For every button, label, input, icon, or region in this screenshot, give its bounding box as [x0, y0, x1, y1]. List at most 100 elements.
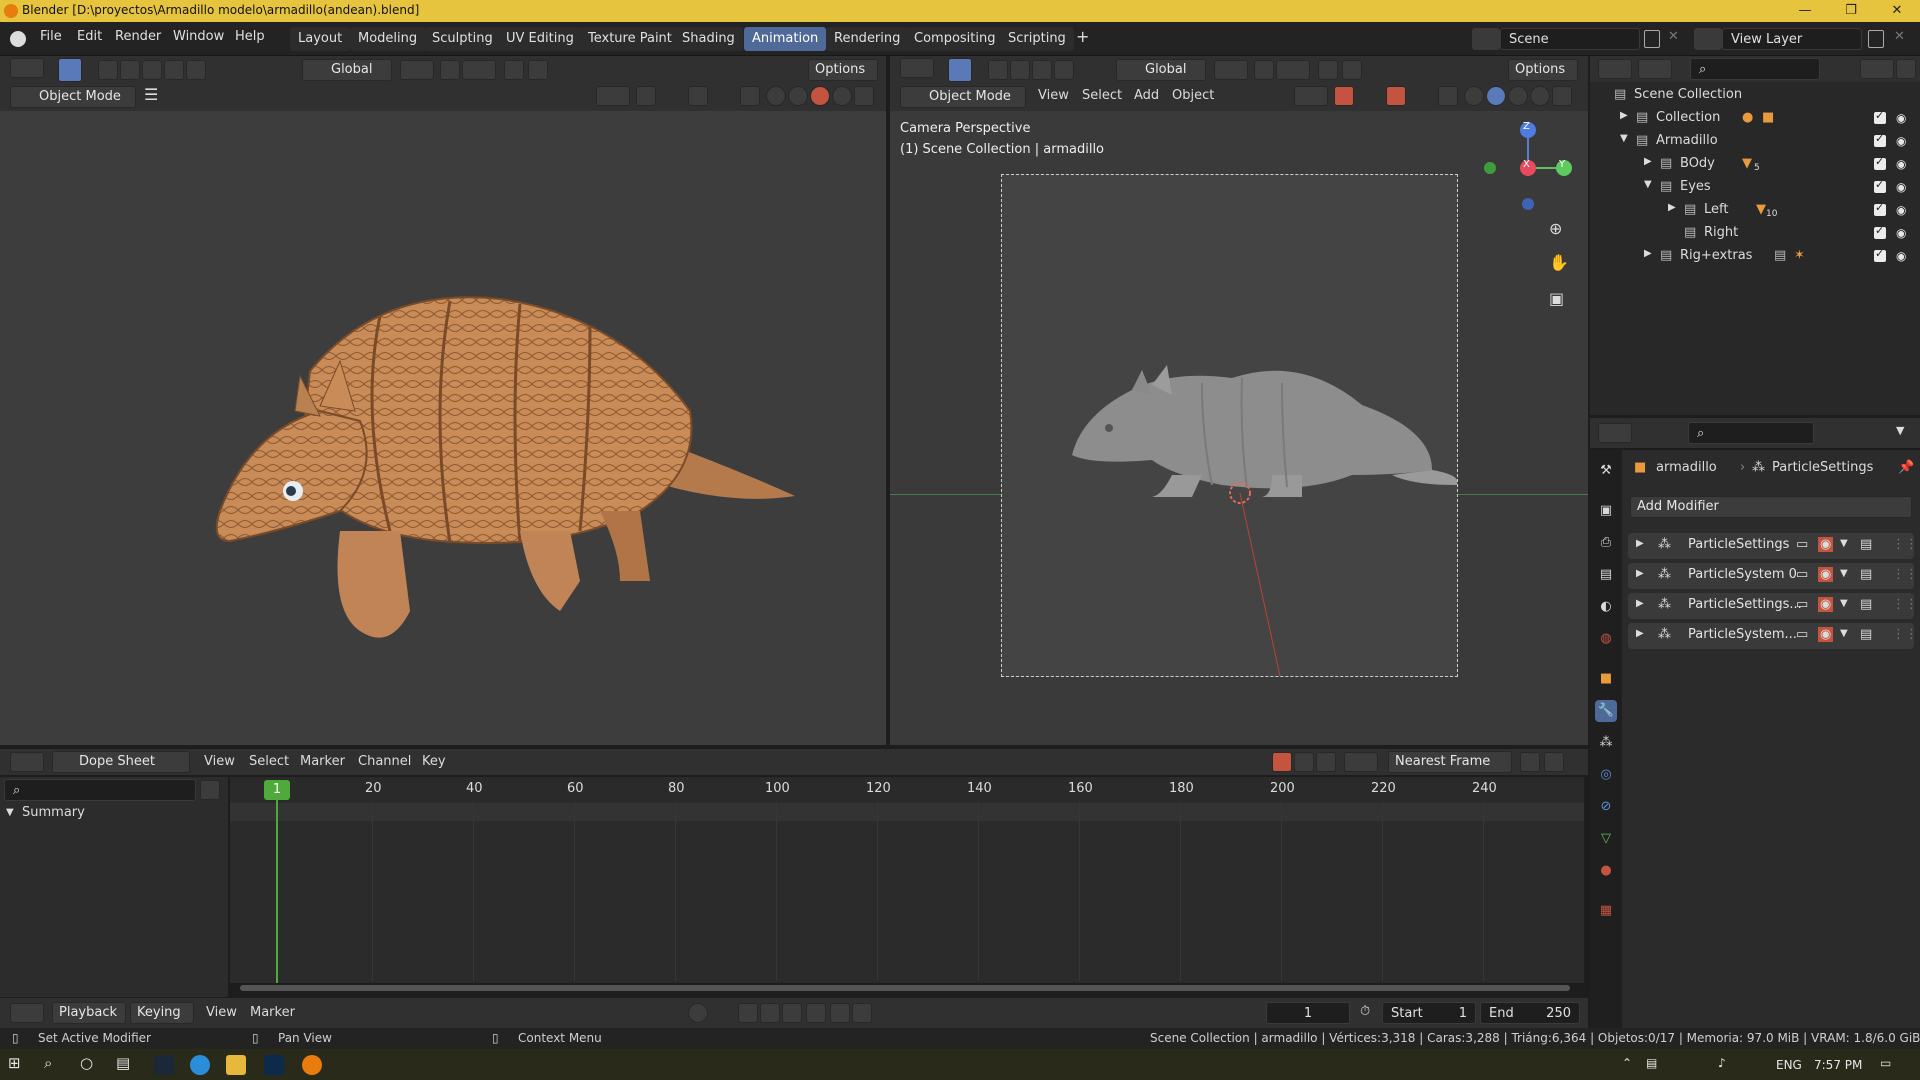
- drag-handle-icon[interactable]: ⋮⋮: [1892, 567, 1918, 582]
- snap-target-icon[interactable]: [1276, 60, 1310, 80]
- select-mode-invert-icon[interactable]: [1054, 60, 1074, 80]
- outliner-row-eyes[interactable]: ▼ ▤ Eyes ◉: [1590, 176, 1920, 199]
- modifier-row[interactable]: ▶ ⁂ ParticleSettings ▭ ◉ ▼ ▤ ⋮⋮: [1628, 533, 1918, 559]
- menu-select[interactable]: Select: [1082, 88, 1122, 103]
- pivot-point-icon[interactable]: [1214, 60, 1248, 80]
- swap-icon[interactable]: [200, 780, 220, 800]
- particles-tab-icon[interactable]: ⁂: [1595, 732, 1617, 754]
- exclude-checkbox[interactable]: [1874, 155, 1886, 170]
- solid-shading-icon[interactable]: [788, 86, 808, 106]
- proportional-edit-icon[interactable]: [504, 60, 524, 80]
- wireframe-shading-icon[interactable]: [766, 86, 786, 106]
- tab-modeling[interactable]: Modeling: [350, 27, 426, 51]
- chevron-down-icon[interactable]: ▼: [1840, 538, 1848, 549]
- steam-app-icon[interactable]: [154, 1055, 174, 1075]
- explorer-app-icon[interactable]: [226, 1055, 246, 1075]
- render-toggle-icon[interactable]: ◉: [1818, 537, 1834, 552]
- snap-mode-dropdown[interactable]: Nearest Frame: [1388, 751, 1512, 773]
- overlay-toggle-icon[interactable]: [688, 86, 708, 106]
- edge-app-icon[interactable]: [190, 1055, 210, 1075]
- right-options-dropdown[interactable]: Options: [1508, 59, 1578, 81]
- falloff-icon[interactable]: [528, 60, 548, 80]
- viewport-display-icon[interactable]: ▭: [1796, 537, 1808, 552]
- falloff-icon[interactable]: [1342, 60, 1362, 80]
- expand-arrow-icon[interactable]: ▶: [1644, 248, 1652, 259]
- eye-icon[interactable]: ◉: [1896, 111, 1912, 125]
- tray-chevron-icon[interactable]: ⌃: [1622, 1056, 1632, 1070]
- left-options-dropdown[interactable]: Options: [808, 59, 878, 81]
- wireframe-shading-icon[interactable]: [1464, 86, 1484, 106]
- tab-animation[interactable]: Animation: [744, 27, 827, 51]
- blender-app-icon[interactable]: [302, 1055, 322, 1075]
- scene-name-field[interactable]: Scene: [1500, 28, 1640, 50]
- chevron-down-icon[interactable]: ▼: [1896, 424, 1904, 437]
- falloff-icon[interactable]: [1544, 752, 1564, 772]
- tab-texture-paint[interactable]: Texture Paint: [580, 27, 680, 51]
- view-layer-tab-icon[interactable]: ▤: [1595, 564, 1617, 586]
- jump-start-icon[interactable]: [738, 1003, 758, 1023]
- menu-view[interactable]: View: [206, 1005, 237, 1020]
- menu-window[interactable]: Window: [173, 29, 224, 44]
- material-tab-icon[interactable]: ●: [1595, 860, 1617, 882]
- playback-dropdown[interactable]: Playback: [52, 1002, 126, 1024]
- select-mode-new-icon[interactable]: [98, 60, 118, 80]
- exclude-checkbox[interactable]: [1874, 224, 1886, 239]
- transform-orientation-dropdown[interactable]: Global: [302, 59, 392, 81]
- modifier-row[interactable]: ▶ ⁂ ParticleSystem 0 ▭ ◉ ▼ ▤ ⋮⋮: [1628, 563, 1918, 589]
- constraints-tab-icon[interactable]: ⊘: [1595, 796, 1617, 818]
- menu-select[interactable]: Select: [249, 754, 289, 769]
- rendered-shading-icon[interactable]: [832, 86, 852, 106]
- modifier-options-icon[interactable]: ▤: [1860, 537, 1872, 552]
- outliner-row-body[interactable]: ▶ ▤ BOdy ▼ 5 ◉: [1590, 153, 1920, 176]
- maximize-button[interactable]: ❐: [1828, 0, 1874, 22]
- exclude-checkbox[interactable]: [1874, 132, 1886, 147]
- menu-channel[interactable]: Channel: [358, 754, 411, 769]
- summary-label[interactable]: Summary: [22, 805, 85, 820]
- play-reverse-icon[interactable]: [782, 1003, 802, 1023]
- dopesheet-mode-dropdown[interactable]: Dope Sheet: [52, 751, 190, 773]
- zoom-icon[interactable]: ⊕: [1549, 219, 1562, 238]
- tray-network-icon[interactable]: ▤: [1646, 1056, 1657, 1070]
- modifier-options-icon[interactable]: ▤: [1860, 627, 1872, 642]
- view-layer-icon[interactable]: [1694, 28, 1722, 50]
- viewport-display-icon[interactable]: ▭: [1796, 627, 1808, 642]
- viewport-display-icon[interactable]: ▭: [1796, 567, 1808, 582]
- eye-icon[interactable]: ◉: [1896, 249, 1912, 263]
- transform-orientation-dropdown[interactable]: Global: [1116, 59, 1206, 81]
- horizontal-scrollbar[interactable]: [240, 985, 1570, 991]
- select-mode-invert-icon[interactable]: [164, 60, 184, 80]
- cortana-icon[interactable]: ○: [80, 1054, 93, 1072]
- modifier-options-icon[interactable]: ▤: [1860, 567, 1872, 582]
- editor-type-icon[interactable]: [10, 58, 44, 78]
- render-toggle-icon[interactable]: ◉: [1818, 567, 1834, 582]
- timeline-editor-type-icon[interactable]: [10, 1003, 44, 1023]
- search-icon[interactable]: ⌕: [44, 1054, 52, 1072]
- right-mode-dropdown[interactable]: Object Mode: [900, 86, 1026, 108]
- new-collection-icon[interactable]: [1896, 59, 1916, 79]
- pin-icon[interactable]: 📌: [1898, 460, 1914, 475]
- new-scene-icon[interactable]: [1644, 30, 1660, 48]
- only-errors-icon[interactable]: [1316, 752, 1336, 772]
- tab-sculpting[interactable]: Sculpting: [424, 27, 501, 51]
- snap-target-icon[interactable]: [462, 60, 496, 80]
- start-menu-icon[interactable]: ⊞: [8, 1054, 21, 1072]
- select-mode-new-icon[interactable]: [988, 60, 1008, 80]
- pan-hand-icon[interactable]: ✋: [1549, 253, 1569, 272]
- expand-arrow-icon[interactable]: ▶: [1668, 202, 1676, 213]
- scene-icon[interactable]: [1472, 28, 1500, 50]
- proportional-edit-icon[interactable]: [1520, 752, 1540, 772]
- chevron-down-icon[interactable]: ▼: [1840, 568, 1848, 579]
- menu-edit[interactable]: Edit: [77, 29, 102, 44]
- current-frame-field[interactable]: 1: [1266, 1002, 1350, 1024]
- shading-options-icon[interactable]: [1552, 86, 1572, 106]
- visibility-icon[interactable]: [1294, 86, 1328, 106]
- channel-search-input[interactable]: ⌕: [4, 779, 196, 801]
- outliner-row-rig-extras[interactable]: ▶ ▤ Rig+extras ▤ ✶ ◉: [1590, 245, 1920, 268]
- chevron-down-icon[interactable]: ▼: [1840, 628, 1848, 639]
- select-mode-extend-icon[interactable]: [120, 60, 140, 80]
- collapse-arrow-icon[interactable]: ▼: [1644, 179, 1652, 190]
- expand-arrow-icon[interactable]: ▶: [1636, 598, 1644, 609]
- clock[interactable]: 7:57 PM: [1814, 1058, 1862, 1072]
- output-tab-icon[interactable]: ⎙: [1595, 532, 1617, 554]
- select-tool-icon[interactable]: [58, 58, 82, 82]
